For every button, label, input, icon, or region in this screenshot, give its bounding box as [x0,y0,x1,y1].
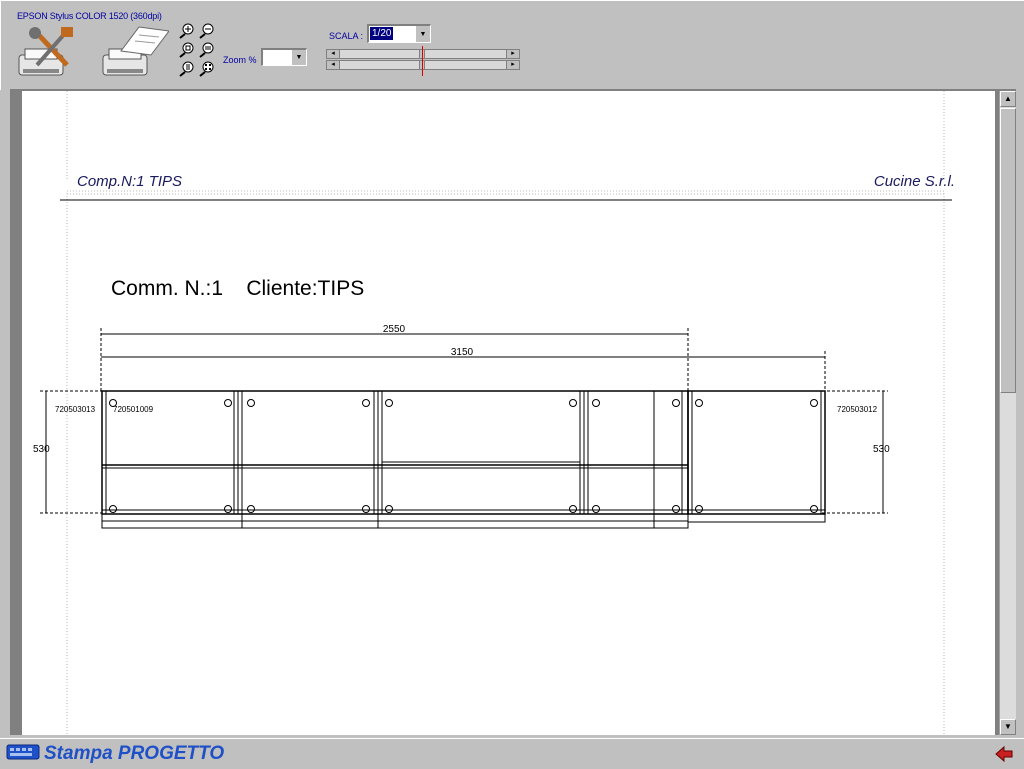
printer-setup-button[interactable] [15,25,77,79]
arrow-left-icon[interactable]: ◂ [327,61,340,69]
arrow-down-icon[interactable]: ▼ [1000,719,1016,735]
dimension-2550: 2550 [383,324,406,335]
printer-paper-icon [102,26,170,76]
print-preview-area: 2550 3150 530 530 720503013 720501009 72… [10,89,1016,735]
dimension-3150: 3150 [451,347,474,358]
chevron-down-icon[interactable]: ▼ [415,26,430,42]
scala-label: SCALA : [329,31,364,41]
zoom-buttons [179,23,219,79]
article-code-module-1: 720501009 [113,405,154,414]
print-button[interactable] [99,25,170,79]
zoom-out-icon[interactable] [199,23,215,39]
zoom-in-icon[interactable] [179,23,195,39]
header-component: Comp.N:1 TIPS [77,173,183,190]
horizontal-slider-1[interactable]: ◂ ▸ [326,49,520,59]
scale-marker [422,46,423,76]
scala-select[interactable]: 1/20 ▼ [367,24,431,43]
zoom-width-icon[interactable] [199,42,215,58]
window-title: Stampa PROGETTO [44,743,225,764]
exit-icon[interactable] [994,745,1014,763]
article-code-right: 720503012 [837,405,878,414]
arrow-right-icon[interactable]: ▸ [506,61,519,69]
zoom-page-icon[interactable] [179,61,195,77]
arrow-left-icon[interactable]: ◂ [327,50,340,58]
paper-page: 2550 3150 530 530 720503013 720501009 72… [22,91,995,735]
dimension-height-right: 530 [873,444,890,455]
dimension-height-left: 530 [33,444,50,455]
arrow-up-icon[interactable]: ▲ [1000,91,1016,107]
zoom-select[interactable]: ▼ [261,48,307,66]
toolbar: EPSON Stylus COLOR 1520 (360dpi) Zoom % … [0,0,1024,90]
keyboard-icon [6,744,40,760]
printer-name: EPSON Stylus COLOR 1520 (360dpi) [17,11,162,21]
header-company: Cucine S.r.l. [873,173,955,190]
zoom-fit-icon[interactable] [179,42,195,58]
article-code-left: 720503013 [55,405,96,414]
status-bar: Stampa PROGETTO [0,738,1024,769]
horizontal-slider-2[interactable]: ◂ ▸ [326,60,520,70]
zoom-all-icon[interactable] [199,61,215,77]
printer-tools-icon [18,27,73,76]
vertical-scrollbar[interactable]: ▲ ▼ [999,91,1016,735]
commission-title: Comm. N.:1 Cliente:TIPS [111,277,365,300]
zoom-label: Zoom % [223,55,257,65]
scrollbar-thumb[interactable] [1000,108,1016,393]
zoom-value [263,55,265,66]
chevron-down-icon[interactable]: ▼ [291,50,306,65]
scala-value: 1/20 [370,27,394,40]
arrow-right-icon[interactable]: ▸ [506,50,519,58]
